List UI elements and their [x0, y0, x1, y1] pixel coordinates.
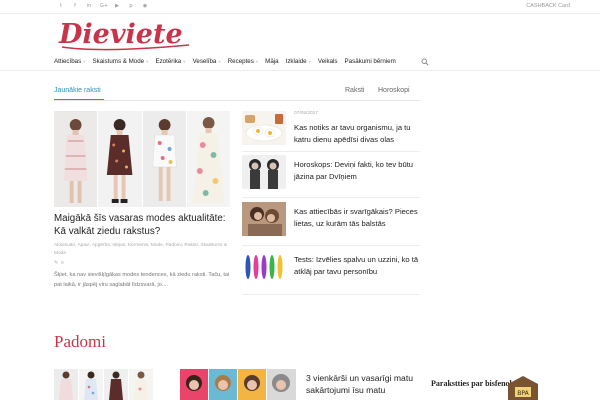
feature-excerpt: Šķiet, ka nav sievišķīgākas modes tenden… [54, 272, 230, 288]
nav-item-label: Māja [265, 58, 279, 65]
hair-thumb [180, 369, 208, 400]
chevron-down-icon: ˅ [83, 59, 86, 64]
fashion-thumb [54, 369, 78, 400]
article-title[interactable]: Kas attiecībās ir svarīgākais? Pieces li… [294, 206, 422, 230]
google-plus-icon[interactable]: G+ [100, 3, 108, 10]
social-links: t f in G+ ▶ p ◉ [58, 3, 148, 10]
nav-item-pas-kumi-b-rniem[interactable]: Pasākumi bērniem [345, 58, 396, 65]
side-article-2[interactable]: Horoskops: Deviņi fakti, ko tev būtu jāz… [242, 155, 420, 199]
eggs-breakfast-image [242, 111, 286, 145]
nav-item-label: Izklaide [285, 58, 307, 65]
bpa-badge-icon: BPA [508, 376, 538, 400]
nav-item-skaistums-mode[interactable]: Skaistums & Mode ˅ [93, 58, 149, 65]
nav-item-m-ja[interactable]: Māja [265, 58, 278, 65]
fashion-photo-4 [186, 111, 230, 207]
padomi-image-1[interactable] [54, 369, 172, 400]
hair-thumb [209, 369, 237, 400]
nav-item-izklaide[interactable]: Izklaide ˅ [286, 58, 311, 65]
chevron-down-icon: ˅ [308, 59, 311, 64]
nav-item-label: Attiecības [54, 58, 82, 65]
pinterest-icon[interactable]: p [128, 3, 134, 10]
feature-meta: ✎ 0 [54, 261, 64, 266]
advertisement[interactable]: Parakstties par bisfenolu A BPA [428, 372, 546, 400]
nav-item-label: Skaistums & Mode [92, 58, 145, 65]
chevron-down-icon: ˅ [218, 59, 221, 64]
feature-title[interactable]: Maigākā šīs vasaras modes aktualitāte: K… [54, 212, 234, 238]
article-date: 07/05/2017 [294, 111, 319, 116]
nav-item-label: Veselība [192, 58, 217, 65]
tab-articles[interactable]: Raksti [345, 87, 364, 94]
nav-items: Attiecības ˅ Skaistums & Mode ˅ Ezotērika ˅ Ve… [54, 58, 396, 65]
nav-item-label: Veikals [317, 58, 338, 65]
main-nav: Attiecības ˅ Skaistums & Mode ˅ Ezotērika ˅ Ve… [0, 55, 600, 71]
nav-item-label: Pasākumi bērniem [344, 58, 396, 65]
nav-item-vesel-ba[interactable]: Veselība ˅ [193, 58, 221, 65]
nav-item-ezot-rika[interactable]: Ezotērika ˅ [155, 58, 185, 65]
padomi-image-2[interactable] [180, 369, 296, 400]
padomi-story-title[interactable]: 3 vienkārši un vasarīgi matu sakārtojumi… [306, 372, 421, 396]
chevron-down-icon: ˅ [255, 59, 259, 64]
nav-item-label: Ezotērika [155, 58, 182, 65]
comment-icon: ✎ [54, 261, 59, 266]
tab-divider [54, 100, 420, 101]
nav-item-attiec-bas[interactable]: Attiecības ˅ [54, 58, 86, 65]
article-title[interactable]: Kas notiks ar tavu organismu, ja tu katr… [294, 122, 422, 146]
side-article-4[interactable]: Tests: Izvēlies spalvu un uzzini, ko tā … [242, 250, 420, 294]
linkedin-icon[interactable]: in [86, 3, 92, 10]
chevron-down-icon: ˅ [146, 59, 149, 64]
couple-photo-image [242, 202, 286, 236]
feathers-image [242, 250, 286, 284]
divider [242, 151, 420, 152]
feature-tags[interactable]: Aksesuāri, Apavi, Apģērbs, Idejas, Kerme… [54, 242, 234, 258]
section-title-padomi[interactable]: Padomi [54, 332, 106, 352]
comment-count[interactable]: 0 [61, 261, 64, 266]
tab-horoscopes[interactable]: Horoskopi [378, 87, 410, 94]
divider [242, 197, 420, 198]
side-article-1[interactable]: 07/05/2017 Kas notiks ar tavu organismu,… [242, 111, 420, 155]
hair-thumb [267, 369, 296, 400]
cashback-link[interactable]: CASHBACK Card [526, 3, 570, 9]
hair-thumb [238, 369, 266, 400]
site-logo[interactable]: Dieviete [56, 16, 196, 56]
search-icon[interactable] [421, 58, 429, 66]
youtube-icon[interactable]: ▶ [114, 3, 120, 10]
svg-text:BPA: BPA [517, 390, 529, 397]
article-title[interactable]: Horoskops: Deviņi fakti, ko tev būtu jāz… [294, 159, 422, 183]
fashion-thumb [79, 369, 103, 400]
tab-latest-articles[interactable]: Jaunākie raksti [54, 87, 101, 94]
logo-text: Dieviete [58, 19, 183, 50]
nav-item-label: Receptes [227, 58, 254, 65]
nav-item-veikals[interactable]: Veikals [318, 58, 338, 65]
fashion-thumb [104, 369, 128, 400]
nav-item-receptes[interactable]: Receptes ˅ [228, 58, 258, 65]
facebook-icon[interactable]: f [72, 3, 78, 10]
fashion-photo-2 [98, 111, 142, 207]
side-article-3[interactable]: Kas attiecībās ir svarīgākais? Pieces li… [242, 202, 420, 246]
divider [242, 245, 420, 246]
twins-photo-image [242, 155, 286, 189]
fashion-photo-3 [142, 111, 186, 207]
divider [242, 294, 420, 295]
chevron-down-icon: ˅ [183, 59, 186, 64]
article-title[interactable]: Tests: Izvēlies spalvu un uzzini, ko tā … [294, 254, 422, 278]
twitter-icon[interactable]: t [58, 3, 64, 10]
top-bar: t f in G+ ▶ p ◉ CASHBACK Card [0, 0, 600, 14]
fashion-photo-1 [54, 111, 98, 207]
rss-icon[interactable]: ◉ [142, 3, 148, 10]
fashion-thumb [129, 369, 153, 400]
feature-image[interactable] [54, 111, 230, 207]
